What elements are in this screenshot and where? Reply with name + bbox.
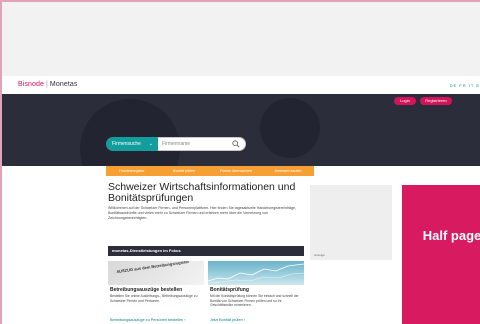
- site-header: Bisnode | Monetas DE FR IT E: [2, 76, 480, 94]
- hero-decor-circle-small: [260, 98, 320, 158]
- intro-text: Willkommen auf der Schweizer Firmen- und…: [108, 206, 296, 220]
- card-image-document: AUSZUG aus dem Betreibungsregister: [108, 261, 204, 285]
- ad-halfpage-text: Half page: [422, 228, 480, 243]
- language-switcher[interactable]: DE FR IT E: [450, 83, 480, 88]
- tab-handelsregister[interactable]: Handelsregister: [106, 166, 158, 176]
- site-logo[interactable]: Bisnode | Monetas: [18, 81, 77, 88]
- graph-illustration-icon: [208, 263, 304, 284]
- tab-adressen-kaufen[interactable]: Adressen kaufen: [262, 166, 314, 176]
- service-card-bonitaet[interactable]: Bonitätsprüfung Mit der Bonitätsprüfung …: [208, 261, 304, 324]
- card-text: Mit der Bonitätsprüfung können Sie einfa…: [210, 294, 299, 307]
- service-card-betreibung[interactable]: AUSZUG aus dem Betreibungsregister Betre…: [108, 261, 204, 324]
- search-icon[interactable]: [232, 140, 240, 148]
- card-text: Bestellen Sie online Ausleihungs-, Betre…: [110, 294, 198, 303]
- hero-section: Login Registrieren: [2, 94, 480, 166]
- tab-bonitaet-pruefen[interactable]: Bonität prüfen: [158, 166, 210, 176]
- search-type-label: Firmensuche: [112, 141, 141, 147]
- card-image-graph: [208, 261, 304, 285]
- ad-label: Anzeige: [314, 253, 325, 257]
- logo-brand: Bisnode: [18, 81, 44, 88]
- services-heading: monetas-Dienstleistungen im Fokus: [108, 246, 304, 256]
- card-title: Betreibungsauszüge bestellen: [110, 287, 183, 293]
- service-tabs: Handelsregister Bonität prüfen Firmen üb…: [106, 166, 314, 176]
- hero-decor-circle: [80, 99, 180, 166]
- login-button[interactable]: Login: [394, 97, 416, 105]
- logo-separator: |: [46, 81, 48, 88]
- page-title: Schweizer Wirtschaftsinformationen und B…: [108, 181, 296, 204]
- tab-firmen-ueberwachen[interactable]: Firmen überwachen: [210, 166, 262, 176]
- card-link[interactable]: Jetzt Bonität prüfen ›: [210, 318, 245, 322]
- search-type-select[interactable]: Firmensuche ⌄: [106, 137, 158, 151]
- logo-product: Monetas: [49, 81, 78, 88]
- card-title: Bonitätsprüfung: [210, 287, 249, 293]
- chevron-down-icon: ⌄: [148, 141, 153, 147]
- card-image-stamp: AUSZUG aus dem Betreibungsregister: [116, 261, 190, 275]
- top-banner-area: [2, 2, 480, 76]
- ad-halfpage[interactable]: Half page: [402, 185, 480, 324]
- ad-sidebox[interactable]: Anzeige: [310, 185, 392, 260]
- register-button[interactable]: Registrieren: [420, 97, 452, 105]
- card-link[interactable]: Betreibungsauszüge zu Personen bestellen…: [110, 318, 186, 322]
- search-bar: Firmensuche ⌄: [106, 137, 246, 151]
